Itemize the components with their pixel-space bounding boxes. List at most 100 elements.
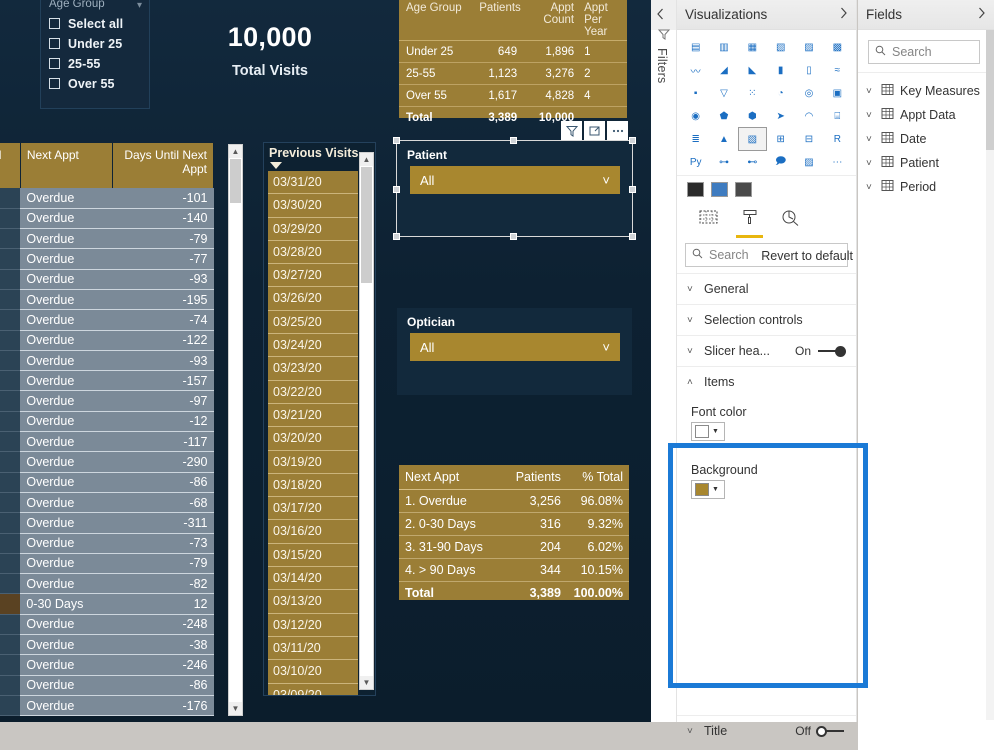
resize-handle[interactable]: [629, 186, 636, 193]
table-row[interactable]: Overdue -79: [0, 228, 214, 250]
key-influencers-icon[interactable]: ⊷: [739, 151, 766, 173]
multi-row-card-icon[interactable]: ≣: [682, 128, 709, 150]
visual-selection-handles[interactable]: [393, 137, 636, 240]
slicer-item-under-25[interactable]: Under 25: [49, 37, 122, 51]
table-row[interactable]: Overdue -290: [0, 451, 214, 473]
table-row[interactable]: Overdue -93: [0, 350, 214, 372]
paginated-report-icon[interactable]: [687, 182, 704, 197]
filled-map-icon[interactable]: ⬟: [710, 105, 737, 127]
shape-map-icon[interactable]: ⬢: [739, 105, 766, 127]
100-stacked-bar-chart-icon[interactable]: ▨: [795, 36, 822, 58]
power-automate-icon[interactable]: [735, 182, 752, 197]
format-section-items[interactable]: ˄ Items: [677, 366, 856, 397]
table-row[interactable]: Under 25 649 1,896 1: [399, 40, 627, 63]
field-table-date[interactable]: ˅ Date: [858, 127, 994, 151]
gauge-icon[interactable]: ◠: [795, 105, 822, 127]
table-row[interactable]: Overdue -248: [0, 614, 214, 636]
column-header[interactable]: Appt Per Year: [579, 0, 627, 41]
table-row[interactable]: Overdue -38: [0, 634, 214, 656]
slicer-item-25-55[interactable]: 25-55: [49, 57, 100, 71]
slicer-date-item[interactable]: 03/17/20: [268, 497, 358, 521]
chevron-down-icon[interactable]: ˅: [866, 182, 875, 193]
slicer-date-item[interactable]: 03/16/20: [268, 520, 358, 544]
chevron-down-icon[interactable]: ˅: [866, 158, 875, 169]
table-row[interactable]: Overdue -246: [0, 654, 214, 676]
table-row[interactable]: Overdue -79: [0, 553, 214, 575]
resize-handle[interactable]: [629, 137, 636, 144]
stacked-area-chart-icon[interactable]: ◣: [739, 59, 766, 81]
report-canvas[interactable]: Age Group ▾ Select all Under 25 25-55 Ov…: [0, 0, 651, 722]
table-row[interactable]: Over 55 1,617 4,828 4: [399, 84, 627, 107]
smart-narrative-icon[interactable]: ▨: [795, 151, 822, 173]
slicer-date-item[interactable]: 03/24/20: [268, 334, 358, 358]
table-row[interactable]: Overdue -140: [0, 208, 214, 230]
fields-tab-icon[interactable]: [699, 209, 718, 239]
visual-age-group-matrix[interactable]: Age Group Patients Appt Count Appt Per Y…: [399, 0, 627, 124]
table-row[interactable]: Overdue -74: [0, 309, 214, 331]
column-header[interactable]: Next Appt: [399, 465, 508, 490]
chevron-down-icon[interactable]: ˅: [866, 134, 875, 145]
slicer-date-item[interactable]: 03/20/20: [268, 427, 358, 451]
100-stacked-column-chart-icon[interactable]: ▩: [824, 36, 851, 58]
filters-pane-collapsed[interactable]: Filters: [651, 0, 677, 722]
q-and-a-icon[interactable]: 🗩: [767, 151, 794, 173]
table-row[interactable]: Overdue -68: [0, 492, 214, 514]
table-row[interactable]: Overdue -73: [0, 533, 214, 554]
background-color-picker-button[interactable]: ▼: [691, 480, 725, 499]
checkbox-icon[interactable]: [49, 58, 60, 69]
slicer-date-item[interactable]: 03/12/20: [268, 613, 358, 637]
slicer-date-item[interactable]: 03/14/20: [268, 567, 358, 591]
table-row[interactable]: Overdue -77: [0, 248, 214, 270]
format-section-slicer-header[interactable]: ˅ Slicer hea... On: [677, 335, 856, 366]
scroll-down-arrow-icon[interactable]: ▼: [229, 702, 242, 715]
table-row[interactable]: Overdue -12: [0, 411, 214, 433]
table-row[interactable]: Overdue -86: [0, 472, 214, 493]
visual-detail-table[interactable]: ndend Next Appt Days Until Next Appt Ove…: [0, 143, 214, 716]
chevron-right-icon[interactable]: [977, 7, 986, 22]
resize-handle[interactable]: [393, 186, 400, 193]
checkbox-icon[interactable]: [49, 78, 60, 89]
previous-visits-scrollbar[interactable]: ▲ ▼: [359, 152, 374, 690]
column-header-next-appt[interactable]: Next Appt: [20, 143, 114, 188]
checkbox-icon[interactable]: [49, 18, 60, 29]
slicer-date-item[interactable]: 03/22/20: [268, 380, 358, 404]
slicer-date-item[interactable]: 03/09/20: [268, 683, 358, 695]
slicer-date-item[interactable]: 03/13/20: [268, 590, 358, 614]
table-row[interactable]: Overdue -176: [0, 695, 214, 716]
slicer-date-item[interactable]: 03/11/20: [268, 636, 358, 661]
chevron-down-icon[interactable]: ▾: [137, 0, 142, 11]
analytics-tab-icon[interactable]: [781, 209, 800, 239]
map-icon[interactable]: ◉: [682, 105, 709, 127]
table-row[interactable]: 0-30 Days 12: [0, 593, 214, 615]
slicer-header-toggle[interactable]: On: [795, 344, 846, 358]
slicer-date-item[interactable]: 03/21/20: [268, 403, 358, 428]
table-row[interactable]: Overdue -97: [0, 390, 214, 412]
fields-pane[interactable]: Fields Search ˅ Key Measures ˅ Appt Data ˅ Da…: [858, 0, 994, 750]
chevron-down-icon[interactable]: ˅: [687, 284, 697, 295]
scrollbar-thumb[interactable]: [230, 159, 241, 203]
line-and-stacked-column-chart-icon[interactable]: ▮: [767, 59, 794, 81]
column-header[interactable]: Age Group: [399, 0, 475, 41]
slicer-date-item[interactable]: 03/23/20: [268, 357, 358, 381]
chevron-down-icon[interactable]: ˅: [866, 110, 875, 121]
donut-chart-icon[interactable]: ◎: [795, 82, 822, 104]
azure-map-icon[interactable]: ➤: [767, 105, 794, 127]
card-icon[interactable]: ⌸: [824, 105, 851, 127]
chevron-left-icon[interactable]: [656, 8, 665, 23]
treemap-icon[interactable]: ▣: [824, 82, 851, 104]
pie-chart-icon[interactable]: ◔: [767, 82, 794, 104]
title-toggle[interactable]: Off: [795, 724, 846, 738]
resize-handle[interactable]: [510, 233, 517, 240]
matrix-icon[interactable]: ⊟: [795, 128, 822, 150]
scrollbar-thumb[interactable]: [361, 167, 372, 283]
power-apps-icon[interactable]: [711, 182, 728, 197]
stacked-bar-chart-icon[interactable]: ▤: [682, 36, 709, 58]
slicer-date-item[interactable]: 03/15/20: [268, 543, 358, 568]
column-header[interactable]: Patients: [507, 465, 567, 490]
table-row[interactable]: 4. > 90 Days 344 10.15%: [399, 558, 629, 582]
chevron-down-icon[interactable]: ˅: [687, 726, 697, 737]
column-header[interactable]: Patients: [474, 0, 523, 41]
slicer-date-item[interactable]: 03/28/20: [268, 240, 358, 265]
table-row[interactable]: Overdue -101: [0, 188, 214, 209]
chevron-down-icon[interactable]: ˅: [866, 86, 875, 97]
